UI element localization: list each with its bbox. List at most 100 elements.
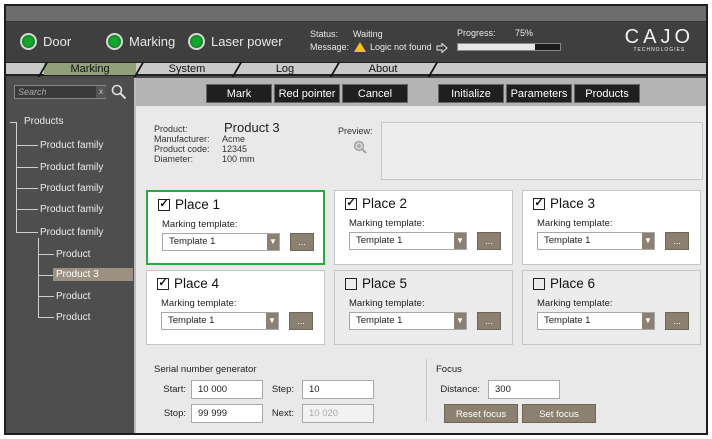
place-card-4[interactable]: ✓ Place 4 Marking template: Template 1 ▼ .… xyxy=(146,270,325,345)
window-top-strip xyxy=(6,6,706,22)
search-clear-button[interactable]: x xyxy=(96,86,106,98)
template-select[interactable]: Template 1 ▼ xyxy=(161,312,279,330)
tab-about[interactable]: About xyxy=(336,63,430,75)
dropdown-arrow-icon[interactable]: ▼ xyxy=(454,233,466,249)
progress-value: 75% xyxy=(515,28,534,38)
tree-product-family[interactable]: Product family xyxy=(40,204,103,215)
place-card-6[interactable]: Place 6 Marking template: Template 1 ▼ ..… xyxy=(522,270,701,345)
serial-start-input[interactable]: 10 000 xyxy=(191,380,263,399)
distance-input[interactable]: 300 xyxy=(488,380,560,399)
template-select[interactable]: Template 1 ▼ xyxy=(349,232,467,250)
template-more-button[interactable]: ... xyxy=(665,312,689,330)
tree-product-family[interactable]: Product family xyxy=(40,140,103,151)
template-more-button[interactable]: ... xyxy=(477,312,501,330)
tree-product[interactable]: Product xyxy=(56,249,90,260)
tab-log[interactable]: Log xyxy=(238,63,332,75)
place-checkbox[interactable]: ✓ xyxy=(533,197,545,210)
message-value: Logic not found xyxy=(370,42,432,52)
serial-start-label: Start: xyxy=(163,384,186,395)
status-block: Status: Waiting Message: Logic not found xyxy=(310,28,448,54)
door-status-led-icon xyxy=(20,33,37,50)
tree-connector xyxy=(38,275,54,276)
message-label: Message: xyxy=(310,42,350,52)
tree-product[interactable]: Product xyxy=(56,312,90,323)
tab-system[interactable]: System xyxy=(140,63,234,75)
template-more-button[interactable]: ... xyxy=(477,232,501,250)
template-select-value: Template 1 xyxy=(356,315,403,326)
template-select[interactable]: Template 1 ▼ xyxy=(537,232,655,250)
zoom-icon[interactable] xyxy=(353,140,367,154)
place-title: Place 2 xyxy=(362,196,408,211)
place-title: Place 3 xyxy=(550,196,596,211)
template-select[interactable]: Template 1 ▼ xyxy=(349,312,467,330)
arrow-right-icon[interactable] xyxy=(436,43,448,53)
place-checkbox[interactable] xyxy=(533,277,545,290)
status-label: Status: xyxy=(310,29,339,39)
place-checkbox[interactable]: ✓ xyxy=(157,277,169,290)
tree-connector xyxy=(38,254,54,255)
place-checkbox[interactable]: ✓ xyxy=(158,198,170,211)
serial-step-input[interactable]: 10 xyxy=(302,380,374,399)
template-select[interactable]: Template 1 ▼ xyxy=(162,233,280,251)
search-icon[interactable] xyxy=(111,84,127,100)
template-select[interactable]: Template 1 ▼ xyxy=(537,312,655,330)
marking-template-label: Marking template: xyxy=(349,298,425,309)
product-name: Product 3 xyxy=(224,120,280,135)
cancel-button[interactable]: Cancel xyxy=(342,84,408,103)
laser-power-label: Laser power xyxy=(211,34,283,49)
dropdown-arrow-icon[interactable]: ▼ xyxy=(642,233,654,249)
set-focus-button[interactable]: Set focus xyxy=(522,404,596,423)
tree-root-products[interactable]: Products xyxy=(24,116,63,127)
mark-button[interactable]: Mark xyxy=(206,84,272,103)
dropdown-arrow-icon[interactable]: ▼ xyxy=(454,313,466,329)
place-checkbox[interactable] xyxy=(345,277,357,290)
template-more-button[interactable]: ... xyxy=(290,233,314,251)
progress-bar xyxy=(457,43,561,51)
place-card-2[interactable]: ✓ Place 2 Marking template: Template 1 ▼ .… xyxy=(334,190,513,265)
template-more-button[interactable]: ... xyxy=(289,312,313,330)
serial-stop-input[interactable]: 99 999 xyxy=(191,404,263,423)
preview-label: Preview: xyxy=(338,126,373,136)
status-value: Waiting xyxy=(353,29,383,39)
tree-product-family[interactable]: Product family xyxy=(40,227,103,238)
tree-product-family[interactable]: Product family xyxy=(40,183,103,194)
logo-main-text: CAJO xyxy=(624,26,694,48)
tree-connector xyxy=(16,167,38,168)
marking-template-label: Marking template: xyxy=(349,218,425,229)
tree-connector xyxy=(16,122,17,232)
manufacturer-label: Manufacturer: xyxy=(154,134,210,144)
product-label: Product: xyxy=(154,124,188,134)
focus-title: Focus xyxy=(436,364,462,375)
tree-connector xyxy=(38,317,54,318)
place-card-5[interactable]: Place 5 Marking template: Template 1 ▼ ..… xyxy=(334,270,513,345)
diameter-value: 100 mm xyxy=(222,154,255,164)
product-sidebar: Search x Products Product family Product… xyxy=(6,78,134,433)
preview-box xyxy=(381,122,703,180)
products-button[interactable]: Products xyxy=(574,84,640,103)
app-window: Door Marking Laser power Status: Waiting… xyxy=(4,4,708,435)
tree-product[interactable]: Product xyxy=(56,291,90,302)
dropdown-arrow-icon[interactable]: ▼ xyxy=(642,313,654,329)
tree-connector xyxy=(16,209,38,210)
parameters-button[interactable]: Parameters xyxy=(506,84,572,103)
tree-product-selected[interactable]: Product 3 xyxy=(53,268,133,281)
template-more-button[interactable]: ... xyxy=(665,232,689,250)
dropdown-arrow-icon[interactable]: ▼ xyxy=(266,313,278,329)
initialize-button[interactable]: Initialize xyxy=(438,84,504,103)
tree-product-family[interactable]: Product family xyxy=(40,162,103,173)
template-select-value: Template 1 xyxy=(544,315,591,326)
search-input[interactable]: Search xyxy=(14,85,106,99)
place-card-1[interactable]: ✓ Place 1 Marking template: Template 1 ▼ .… xyxy=(146,190,325,265)
place-card-3[interactable]: ✓ Place 3 Marking template: Template 1 ▼ .… xyxy=(522,190,701,265)
tree-connector xyxy=(16,188,38,189)
tab-marking[interactable]: Marking xyxy=(44,63,136,75)
place-checkbox[interactable]: ✓ xyxy=(345,197,357,210)
logo-sub-text: TECHNOLOGIES xyxy=(633,47,686,53)
reset-focus-button[interactable]: Reset focus xyxy=(444,404,518,423)
progress-block: Progress: 75% xyxy=(457,28,561,51)
serial-step-label: Step: xyxy=(271,384,294,395)
place-title: Place 4 xyxy=(174,276,220,291)
red-pointer-button[interactable]: Red pointer xyxy=(274,84,340,103)
door-indicator: Door xyxy=(20,33,71,50)
dropdown-arrow-icon[interactable]: ▼ xyxy=(267,234,279,250)
